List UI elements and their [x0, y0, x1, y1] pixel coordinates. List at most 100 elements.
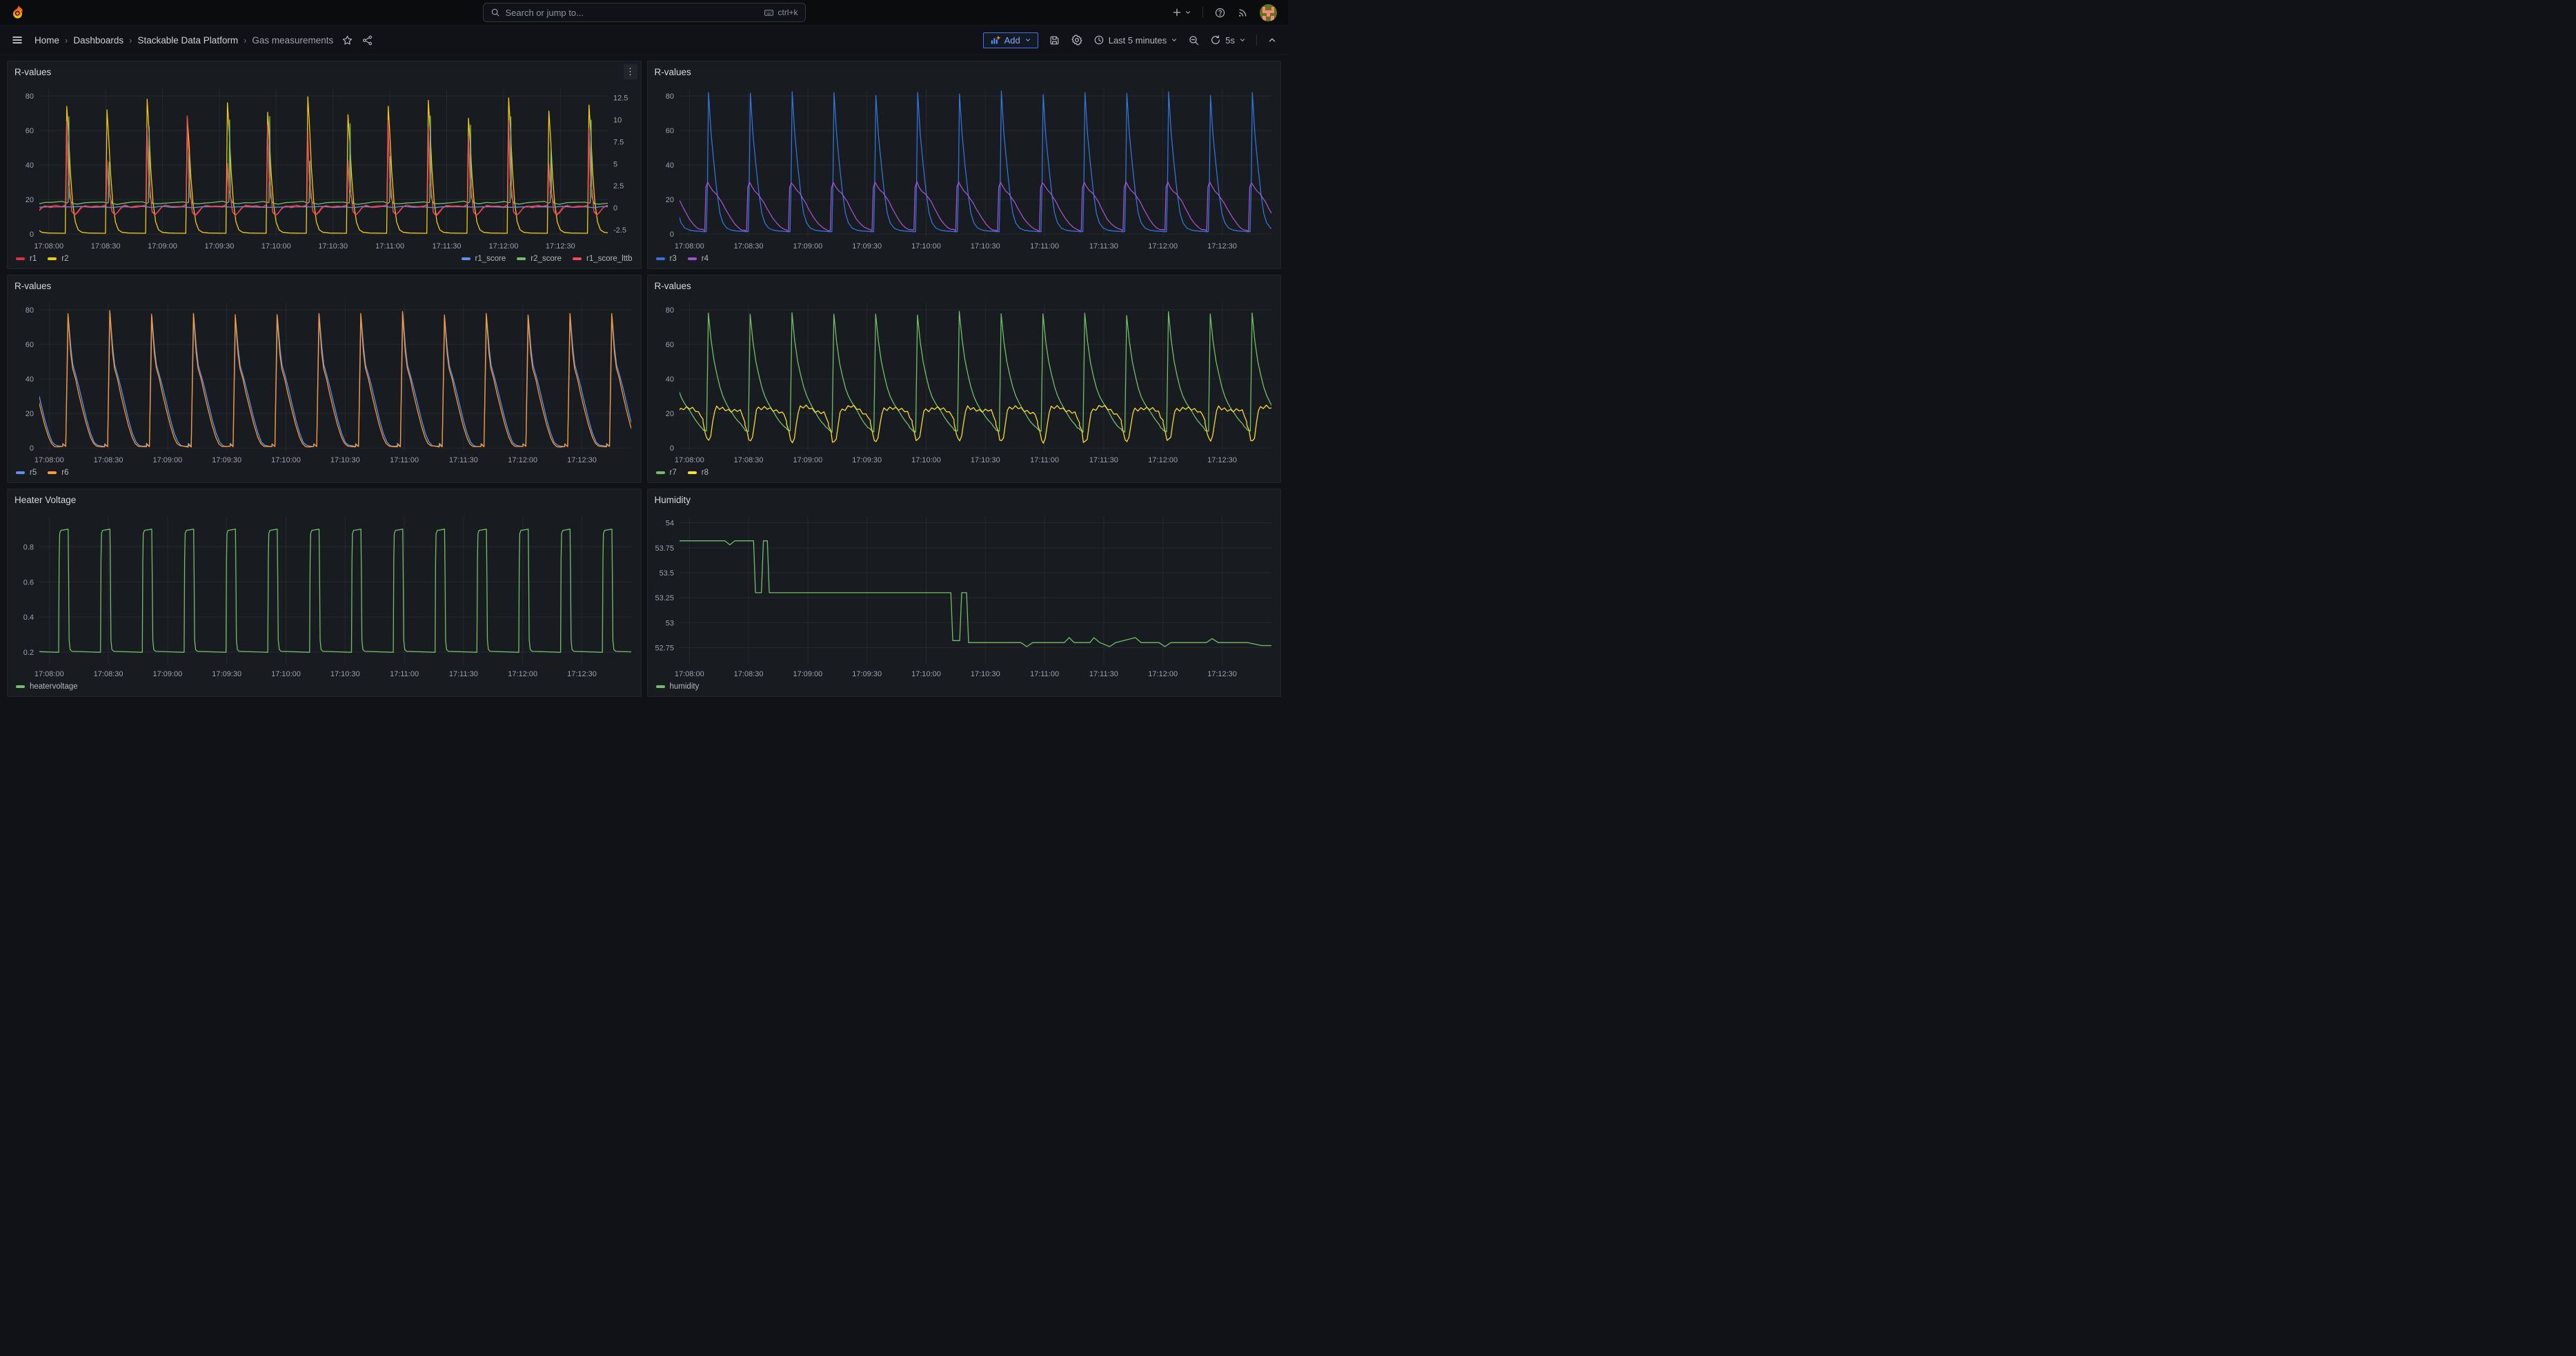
y-tick-label: 20	[665, 410, 673, 418]
x-tick-label: 17:09:30	[852, 670, 882, 678]
y-tick-label: 80	[665, 306, 673, 315]
legend-item-r6[interactable]: r6	[48, 469, 68, 477]
panel-title[interactable]: Humidity	[655, 495, 691, 505]
panel-title[interactable]: R-values	[14, 67, 51, 77]
grafana-logo-icon[interactable]	[8, 3, 26, 21]
legend-item-r2[interactable]: r2	[48, 255, 68, 263]
legend-item-r7[interactable]: r7	[656, 469, 677, 477]
breadcrumb: Home › Dashboards › Stackable Data Platf…	[34, 35, 333, 46]
x-tick-label: 17:08:30	[733, 670, 763, 678]
legend-item-r8[interactable]: r8	[688, 469, 709, 477]
time-series-chart[interactable]: 17:08:0017:08:3017:09:0017:09:3017:10:00…	[648, 82, 1281, 253]
x-tick-label: 17:09:00	[793, 242, 822, 250]
legend-item-heatervoltage[interactable]: heatervoltage	[16, 682, 78, 691]
share-button[interactable]	[361, 35, 373, 46]
dashboard-settings-button[interactable]	[1071, 34, 1083, 46]
mega-menu-toggle[interactable]	[11, 34, 23, 46]
legend-item-r2_score[interactable]: r2_score	[517, 255, 562, 263]
y-tick-label: 60	[665, 341, 673, 349]
x-tick-label: 17:09:00	[793, 456, 822, 464]
legend-label: r6	[61, 469, 68, 477]
legend-swatch	[656, 257, 665, 260]
help-button[interactable]	[1214, 7, 1226, 19]
breadcrumb-separator: ›	[244, 35, 246, 46]
zoom-out-button[interactable]	[1188, 35, 1200, 46]
panel-r-values-2: R-values 17:08:0017:08:3017:09:0017:09:3…	[647, 61, 1282, 269]
panel-title[interactable]: R-values	[655, 281, 691, 291]
save-icon	[1049, 35, 1060, 46]
search-input[interactable]: Search or jump to... ctrl+k	[483, 3, 806, 22]
x-tick-label: 17:11:00	[1030, 456, 1059, 464]
breadcrumb-folder[interactable]: Stackable Data Platform	[138, 35, 239, 46]
chart-canvas: 17:08:0017:08:3017:09:0017:09:3017:10:00…	[8, 510, 641, 681]
panel-title[interactable]: Heater Voltage	[14, 495, 76, 505]
legend-swatch	[517, 257, 526, 260]
x-tick-label: 17:11:30	[449, 456, 478, 464]
x-tick-label: 17:12:30	[1207, 670, 1237, 678]
chart-canvas: 17:08:0017:08:3017:09:0017:09:3017:10:00…	[648, 82, 1281, 253]
x-tick-label: 17:10:30	[970, 456, 1000, 464]
panel-heater-voltage: Heater Voltage 17:08:0017:08:3017:09:001…	[7, 489, 642, 697]
new-menu-button[interactable]	[1171, 7, 1191, 18]
refresh-picker[interactable]: 5s	[1210, 35, 1246, 46]
time-series-chart[interactable]: 17:08:0017:08:3017:09:0017:09:3017:10:00…	[8, 510, 641, 681]
time-series-chart[interactable]: 17:08:0017:08:3017:09:0017:09:3017:10:00…	[648, 510, 1281, 681]
legend-item-r1_score[interactable]: r1_score	[462, 255, 506, 263]
panel-menu-button[interactable]: ⋮	[624, 64, 637, 79]
news-button[interactable]	[1237, 7, 1249, 19]
x-tick-label: 17:11:30	[1089, 456, 1118, 464]
panel-legend: heatervoltage	[8, 681, 641, 696]
legend-item-r1[interactable]: r1	[16, 255, 37, 263]
gear-icon	[1071, 34, 1083, 46]
legend-swatch	[688, 257, 697, 260]
y-tick-label: 53.25	[655, 594, 674, 602]
panel-title[interactable]: R-values	[655, 67, 691, 77]
dashboard-toolbar: Add Last 5 minutes	[983, 32, 1277, 48]
time-range-picker[interactable]: Last 5 minutes	[1093, 35, 1178, 46]
x-tick-label: 17:11:00	[390, 456, 419, 464]
time-series-chart[interactable]: 17:08:0017:08:3017:09:0017:09:3017:10:00…	[648, 296, 1281, 467]
x-tick-label: 17:08:30	[733, 456, 763, 464]
search-icon	[491, 8, 500, 17]
x-tick-label: 17:10:00	[271, 670, 301, 678]
y-tick-label: 80	[26, 92, 34, 101]
legend-item-r1_score_lttb[interactable]: r1_score_lttb	[573, 255, 632, 263]
favorite-button[interactable]	[341, 35, 353, 46]
legend-item-r5[interactable]: r5	[16, 469, 37, 477]
y-tick-label: 40	[26, 375, 34, 384]
y2-tick-label: 2.5	[613, 182, 624, 190]
legend-item-r3[interactable]: r3	[656, 255, 677, 263]
x-tick-label: 17:10:30	[970, 670, 1000, 678]
dashboard-nav: Home › Dashboards › Stackable Data Platf…	[0, 26, 1288, 55]
x-tick-label: 17:12:30	[567, 456, 597, 464]
top-bar: Search or jump to... ctrl+k	[0, 0, 1288, 26]
grafana-flame	[9, 4, 26, 21]
add-panel-button[interactable]: Add	[983, 32, 1038, 48]
chevron-down-icon	[1185, 9, 1191, 16]
breadcrumb-home[interactable]: Home	[34, 35, 59, 46]
x-tick-label: 17:12:30	[1207, 242, 1237, 250]
series-line-r8	[661, 405, 1281, 443]
user-avatar[interactable]	[1260, 4, 1277, 21]
legend-label: r1_score_lttb	[586, 255, 632, 263]
y-tick-label: 0	[30, 230, 34, 239]
time-series-chart[interactable]: 17:08:0017:08:3017:09:0017:09:3017:10:00…	[8, 82, 641, 253]
x-tick-label: 17:12:00	[489, 242, 519, 250]
y-tick-label: 80	[665, 92, 673, 101]
x-tick-label: 17:09:00	[152, 670, 182, 678]
save-dashboard-button[interactable]	[1049, 35, 1060, 46]
time-series-chart[interactable]: 17:08:0017:08:3017:09:0017:09:3017:10:00…	[8, 296, 641, 467]
series-line-r5	[21, 313, 641, 446]
legend-item-r4[interactable]: r4	[688, 255, 709, 263]
y-tick-label: 40	[26, 161, 34, 170]
star-icon	[341, 35, 353, 46]
y-tick-label: 53.75	[655, 544, 674, 553]
legend-item-humidity[interactable]: humidity	[656, 682, 700, 691]
x-tick-label: 17:11:00	[1030, 242, 1059, 250]
legend-swatch	[48, 257, 57, 260]
collapse-toolbar-button[interactable]	[1267, 35, 1277, 45]
legend-label: r8	[702, 469, 709, 477]
breadcrumb-dashboards[interactable]: Dashboards	[73, 35, 123, 46]
panel-title[interactable]: R-values	[14, 281, 51, 291]
x-tick-label: 17:11:30	[449, 670, 478, 678]
